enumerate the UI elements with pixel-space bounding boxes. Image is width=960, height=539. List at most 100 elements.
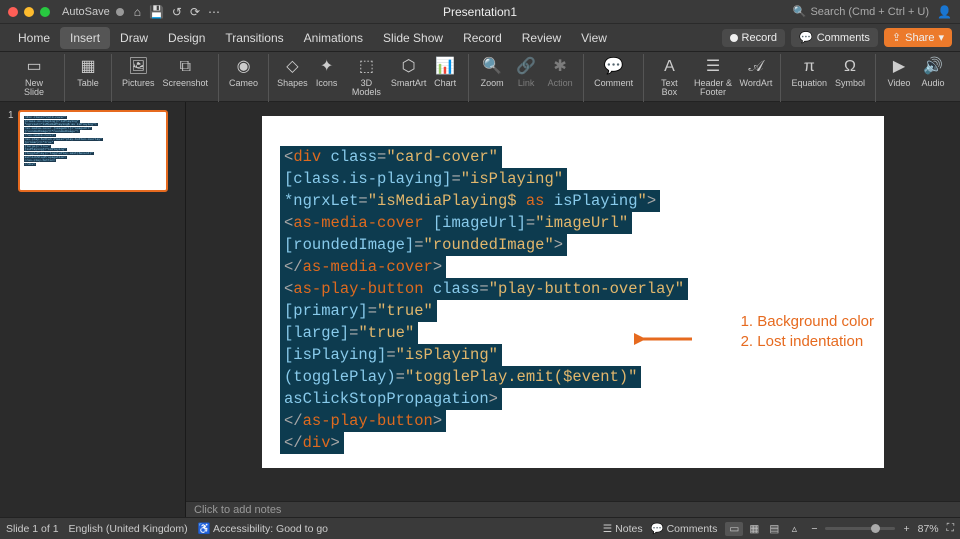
normal-view-button[interactable]: ▭: [725, 522, 743, 536]
cameo-button[interactable]: ◉Cameo: [225, 54, 262, 90]
zoom-slider[interactable]: [825, 527, 895, 530]
zoom-out-button[interactable]: −: [811, 523, 817, 535]
screenshot-icon: ⧉: [174, 56, 196, 78]
search-input[interactable]: 🔍 Search (Cmd + Ctrl + U): [793, 5, 929, 18]
tab-animations[interactable]: Animations: [294, 27, 373, 49]
zoom-percent[interactable]: 87%: [918, 523, 939, 535]
slideshow-view-button[interactable]: ▵: [785, 522, 803, 536]
text-box-button[interactable]: AText Box: [650, 54, 689, 99]
new-slide-button[interactable]: ▭ New Slide: [10, 54, 58, 99]
3d-models-button[interactable]: ⬚3D Models: [344, 54, 390, 99]
comments-label: Comments: [817, 32, 870, 44]
video-button[interactable]: ▶Video: [882, 54, 916, 90]
comments-button[interactable]: 💬 Comments: [791, 28, 878, 47]
code-text-block[interactable]: <div class="card-cover"[class.is-playing…: [280, 146, 688, 454]
accessibility-icon: ♿: [198, 523, 211, 535]
cameo-icon: ◉: [233, 56, 255, 78]
autosave-label: AutoSave: [62, 6, 110, 18]
smartart-button[interactable]: ⬡SmartArt: [389, 54, 428, 90]
chart-button[interactable]: 📊Chart: [428, 54, 462, 90]
record-icon: [730, 34, 738, 42]
audio-button[interactable]: 🔊Audio: [916, 54, 950, 90]
comment-button[interactable]: 💬Comment: [590, 54, 637, 90]
notes-pane[interactable]: Click to add notes: [186, 501, 960, 517]
home-icon[interactable]: ⌂: [134, 5, 141, 19]
icons-button[interactable]: ✦Icons: [310, 54, 344, 90]
screenshot-button[interactable]: ⧉Screenshot: [159, 54, 213, 90]
share-button[interactable]: ⇪ Share ▾: [884, 28, 952, 47]
wordart-icon: 𝒜: [745, 56, 767, 78]
wordart-button[interactable]: 𝒜WordArt: [737, 54, 774, 90]
action-icon: ✱: [549, 56, 571, 78]
video-icon: ▶: [888, 56, 910, 78]
chevron-down-icon: ▾: [938, 31, 944, 44]
co-author-icon[interactable]: 👤: [937, 5, 952, 19]
pictures-icon: 🖼: [127, 56, 149, 78]
slide-thumbnail-1[interactable]: <div class="card-cover"[class.is-playing…: [18, 110, 168, 192]
smartart-icon: ⬡: [398, 56, 420, 78]
tab-design[interactable]: Design: [158, 27, 215, 49]
slide-count: Slide 1 of 1: [6, 523, 59, 535]
record-button[interactable]: Record: [722, 29, 785, 47]
cube-icon: ⬚: [355, 56, 377, 78]
pictures-button[interactable]: 🖼Pictures: [118, 54, 159, 90]
comments-toggle[interactable]: 💬 Comments: [651, 522, 718, 535]
share-icon: ⇪: [892, 31, 901, 44]
notes-placeholder: Click to add notes: [194, 504, 281, 516]
symbol-icon: Ω: [839, 56, 861, 78]
window-zoom-dot[interactable]: [40, 7, 50, 17]
equation-button[interactable]: πEquation: [787, 54, 831, 90]
save-icon[interactable]: 💾: [149, 5, 164, 19]
tab-insert[interactable]: Insert: [60, 27, 110, 49]
annotation-line-2: 2. Lost indentation: [741, 332, 874, 352]
icons-icon: ✦: [316, 56, 338, 78]
fit-window-button[interactable]: ⛶: [947, 522, 954, 535]
comment-icon: 💬: [603, 56, 625, 78]
notes-toggle[interactable]: ☰ Notes: [603, 523, 643, 535]
search-icon: 🔍: [793, 5, 807, 18]
redo-icon[interactable]: ⟳: [190, 5, 200, 19]
text-box-icon: A: [658, 56, 680, 78]
window-close-dot[interactable]: [8, 7, 18, 17]
thumbnail-number: 1: [8, 110, 14, 192]
audio-icon: 🔊: [922, 56, 944, 78]
search-placeholder: Search (Cmd + Ctrl + U): [810, 6, 929, 18]
window-minimize-dot[interactable]: [24, 7, 34, 17]
equation-icon: π: [798, 56, 820, 78]
accessibility-status[interactable]: ♿ Accessibility: Good to go: [198, 522, 328, 535]
tab-view[interactable]: View: [571, 27, 617, 49]
language-status[interactable]: English (United Kingdom): [69, 523, 188, 535]
action-button[interactable]: ✱Action: [543, 54, 577, 90]
slide-canvas[interactable]: <div class="card-cover"[class.is-playing…: [262, 116, 884, 468]
table-icon: ▦: [77, 56, 99, 78]
tab-slide-show[interactable]: Slide Show: [373, 27, 453, 49]
tab-transitions[interactable]: Transitions: [215, 27, 293, 49]
symbol-button[interactable]: ΩSymbol: [831, 54, 869, 90]
header-footer-icon: ☰: [702, 56, 724, 78]
undo-icon[interactable]: ↺: [172, 5, 182, 19]
annotation-arrow: [634, 328, 694, 350]
header-footer-button[interactable]: ☰Header & Footer: [689, 54, 738, 99]
tab-home[interactable]: Home: [8, 27, 60, 49]
link-icon: 🔗: [515, 56, 537, 78]
tab-record[interactable]: Record: [453, 27, 512, 49]
annotation-text: 1. Background color 2. Lost indentation: [741, 312, 874, 351]
shapes-button[interactable]: ◇Shapes: [275, 54, 310, 90]
link-button[interactable]: 🔗Link: [509, 54, 543, 90]
reading-view-button[interactable]: ▤: [765, 522, 783, 536]
autosave-toggle[interactable]: [116, 8, 124, 16]
table-button[interactable]: ▦Table: [71, 54, 105, 90]
tab-review[interactable]: Review: [512, 27, 571, 49]
document-title: Presentation1: [443, 5, 517, 19]
tab-draw[interactable]: Draw: [110, 27, 158, 49]
new-slide-icon: ▭: [23, 56, 45, 78]
more-icon[interactable]: ⋯: [208, 5, 220, 19]
annotation-line-1: 1. Background color: [741, 312, 874, 332]
chart-icon: 📊: [434, 56, 456, 78]
sorter-view-button[interactable]: ▦: [745, 522, 763, 536]
share-label: Share: [905, 32, 934, 44]
zoom-icon: 🔍: [481, 56, 503, 78]
shapes-icon: ◇: [281, 56, 303, 78]
zoom-in-button[interactable]: +: [903, 523, 909, 535]
zoom-button[interactable]: 🔍Zoom: [475, 54, 509, 90]
